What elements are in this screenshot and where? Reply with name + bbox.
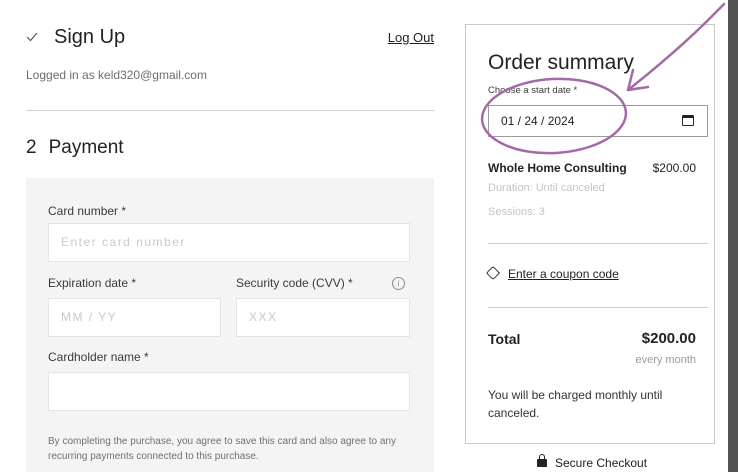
cvv-input[interactable]: XXX bbox=[236, 298, 410, 337]
tag-icon bbox=[485, 265, 501, 281]
checkmark-icon bbox=[26, 32, 38, 42]
page-background: Sign Up Log Out Logged in as keld320@gma… bbox=[0, 0, 738, 472]
card-number-input[interactable]: Enter card number bbox=[48, 223, 410, 262]
expiration-date-input[interactable]: MM / YY bbox=[48, 298, 221, 337]
summary-divider bbox=[488, 307, 708, 308]
total-value: $200.00 bbox=[641, 330, 696, 347]
card-number-label: Card number * bbox=[48, 204, 127, 218]
total-label: Total bbox=[488, 331, 521, 347]
secure-checkout-label: Secure Checkout bbox=[555, 456, 648, 470]
logout-link[interactable]: Log Out bbox=[388, 30, 434, 45]
lock-icon bbox=[537, 454, 547, 467]
start-date-value: 01 / 24 / 2024 bbox=[501, 114, 575, 128]
terms-fine-print: By completing the purchase, you agree to… bbox=[48, 436, 396, 462]
logged-in-text: Logged in as keld320@gmail.com bbox=[26, 68, 207, 82]
product-sessions: Sessions: 3 bbox=[488, 206, 545, 218]
product-price: $200.00 bbox=[652, 161, 696, 175]
step-number: 2 bbox=[26, 137, 37, 158]
expiration-date-label: Expiration date * bbox=[48, 276, 137, 290]
card-details-panel: Card number * Enter card number Expirati… bbox=[26, 178, 434, 472]
cardholder-name-input[interactable] bbox=[48, 372, 410, 411]
summary-divider bbox=[488, 243, 708, 244]
order-summary-panel: Order summary Choose a start date * 01 /… bbox=[447, 0, 728, 472]
total-period: every month bbox=[635, 354, 696, 366]
order-summary-title: Order summary bbox=[488, 51, 634, 74]
payment-title: Payment bbox=[48, 137, 124, 158]
payment-heading: 2 Payment bbox=[26, 137, 124, 159]
charge-note: You will be charged monthly until cancel… bbox=[488, 388, 663, 420]
product-duration: Duration: Until canceled bbox=[488, 182, 605, 194]
info-icon[interactable]: i bbox=[392, 277, 405, 290]
section-divider bbox=[26, 110, 434, 111]
checkout-form-panel: Sign Up Log Out Logged in as keld320@gma… bbox=[0, 0, 447, 472]
calendar-icon[interactable] bbox=[682, 115, 694, 126]
product-name: Whole Home Consulting bbox=[488, 161, 627, 175]
coupon-link[interactable]: Enter a coupon code bbox=[508, 267, 619, 281]
signup-section: Sign Up Log Out bbox=[26, 26, 434, 52]
cvv-label: Security code (CVV) * bbox=[236, 276, 353, 290]
order-summary-box: Order summary Choose a start date * 01 /… bbox=[465, 24, 715, 444]
cardholder-name-label: Cardholder name * bbox=[48, 350, 149, 364]
start-date-label: Choose a start date * bbox=[488, 85, 578, 96]
signup-title: Sign Up bbox=[54, 26, 126, 48]
start-date-input[interactable]: 01 / 24 / 2024 bbox=[488, 105, 708, 137]
